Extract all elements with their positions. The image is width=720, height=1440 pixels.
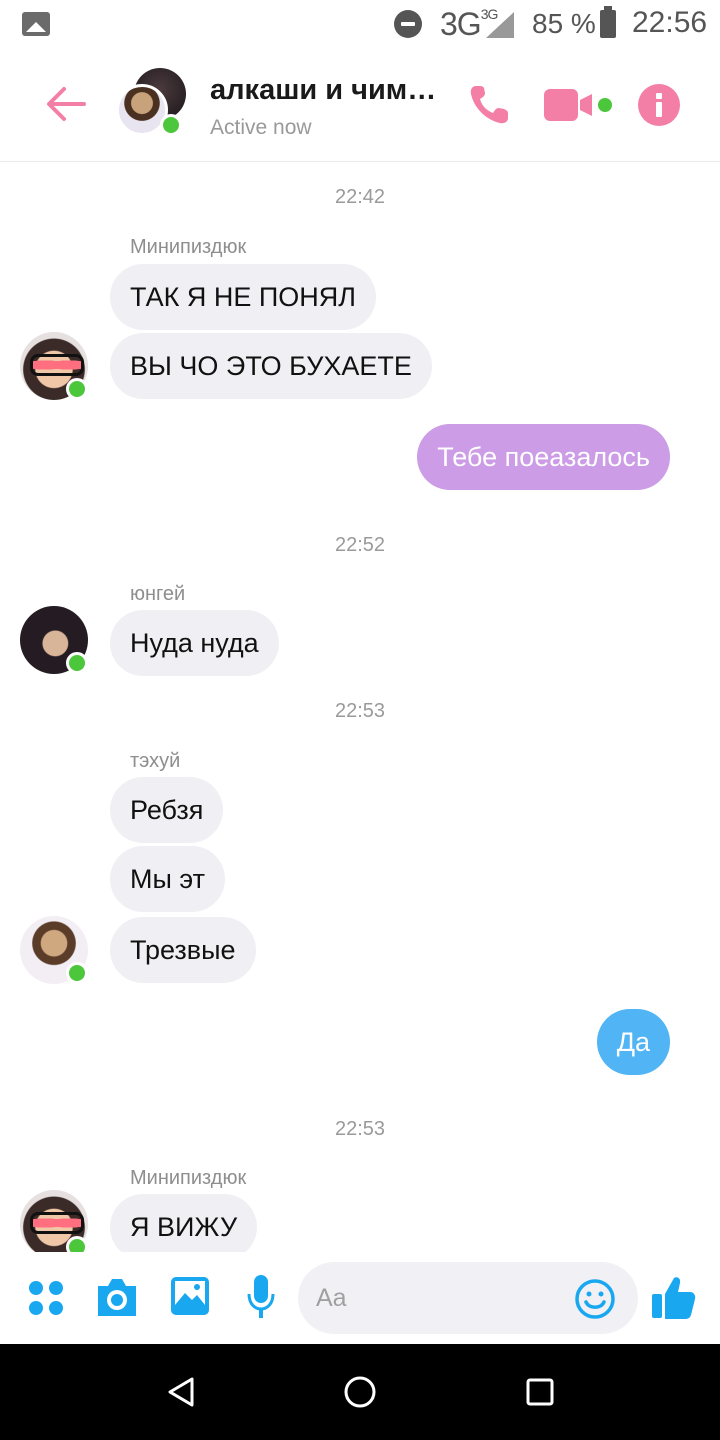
- apps-grid-icon[interactable]: [28, 1280, 64, 1316]
- message-input-container[interactable]: [298, 1262, 638, 1334]
- thumbs-up-icon[interactable]: [650, 1274, 698, 1322]
- phone-icon[interactable]: [466, 82, 512, 128]
- recents-square-icon[interactable]: [526, 1378, 554, 1406]
- camera-icon[interactable]: [94, 1276, 140, 1318]
- message-input[interactable]: [316, 1278, 556, 1318]
- incoming-message[interactable]: Ребзя: [110, 777, 224, 843]
- sender-name: Минипиздюк: [130, 236, 247, 258]
- battery-icon: [600, 6, 616, 38]
- group-avatar[interactable]: [116, 68, 188, 140]
- timestamp: 22:53: [334, 700, 386, 722]
- info-icon[interactable]: [638, 84, 680, 126]
- android-nav-bar: [0, 1344, 720, 1440]
- online-indicator: [66, 652, 88, 674]
- battery-percent: 85 %: [532, 8, 596, 39]
- back-triangle-icon[interactable]: [166, 1376, 196, 1408]
- outgoing-message[interactable]: Тебе поеазалось: [417, 424, 670, 490]
- back-arrow-icon[interactable]: [44, 82, 88, 126]
- timestamp: 22:53: [334, 1118, 386, 1140]
- sender-name: тэхуй: [130, 750, 181, 772]
- gallery-notification-icon: [22, 12, 50, 36]
- incoming-message[interactable]: Я ВИЖУ: [110, 1194, 258, 1260]
- timestamp: 22:42: [334, 186, 386, 208]
- incoming-message[interactable]: ВЫ ЧО ЭТО БУХАЕТЕ: [110, 333, 432, 399]
- online-indicator: [160, 114, 182, 136]
- online-indicator: [66, 378, 88, 400]
- microphone-icon[interactable]: [246, 1274, 276, 1320]
- incoming-message[interactable]: ТАК Я НЕ ПОНЯЛ: [110, 264, 376, 330]
- do-not-disturb-icon: [394, 10, 422, 38]
- home-circle-icon[interactable]: [342, 1374, 378, 1410]
- chat-title[interactable]: алкаши и чим…: [210, 74, 450, 107]
- video-camera-icon[interactable]: [542, 86, 616, 124]
- incoming-message[interactable]: Мы эт: [110, 846, 225, 912]
- sender-name: юнгей: [130, 583, 186, 605]
- signal-icon: [486, 12, 514, 38]
- outgoing-message[interactable]: Да: [596, 1009, 670, 1075]
- online-indicator: [66, 962, 88, 984]
- incoming-message[interactable]: Трезвые: [110, 917, 256, 983]
- clock: 22:56: [632, 6, 708, 39]
- active-status: Active now: [210, 116, 312, 139]
- status-bar: 3G3G 85 % 22:56: [0, 0, 720, 50]
- message-composer: [0, 1252, 720, 1344]
- emoji-icon[interactable]: [574, 1278, 616, 1320]
- incoming-message[interactable]: Нуда нуда: [110, 610, 279, 676]
- sender-name: Минипиздюк: [130, 1167, 247, 1189]
- chat-header: алкаши и чим… Active now: [0, 50, 720, 162]
- timestamp: 22:52: [334, 534, 386, 556]
- gallery-icon[interactable]: [170, 1276, 210, 1316]
